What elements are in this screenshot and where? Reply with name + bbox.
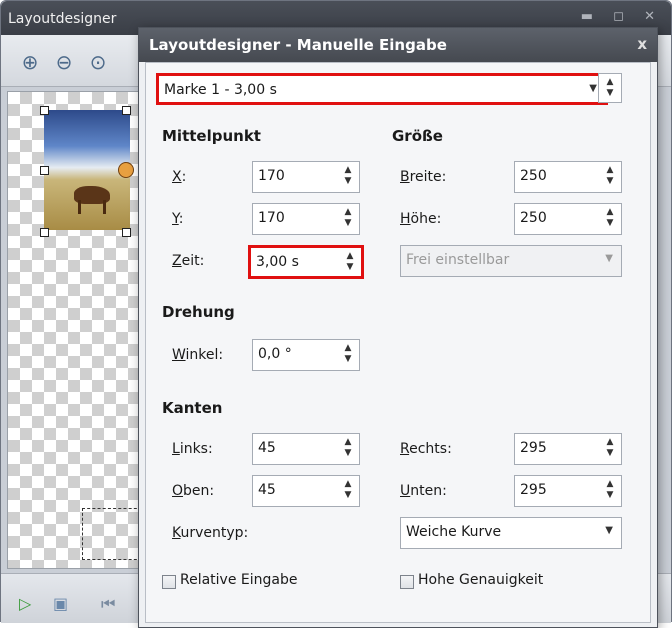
unten-label: Unten: bbox=[400, 483, 447, 499]
kurventyp-label: Kurventyp: bbox=[172, 525, 249, 541]
zoom-in-icon[interactable]: ⊕ bbox=[17, 49, 43, 75]
unten-field[interactable]: 295 ▲ ▼ bbox=[514, 475, 622, 507]
breite-field[interactable]: 250 ▲ ▼ bbox=[514, 161, 622, 193]
rechts-label: Rechts: bbox=[400, 441, 452, 457]
hohe-genauigkeit-label: Hohe Genauigkeit bbox=[418, 572, 544, 588]
zeit-field[interactable]: 3,00 s ▲ ▼ bbox=[248, 245, 364, 279]
hohe-genauigkeit-checkbox[interactable] bbox=[400, 575, 414, 589]
dialog-body: Marke 1 - 3,00 s ▼ ▲ ▼ Mittelpunkt X: 170… bbox=[145, 62, 651, 623]
x-field[interactable]: 170 ▲ ▼ bbox=[252, 161, 360, 193]
manual-input-dialog: Layoutdesigner - Manuelle Eingabe x Mark… bbox=[138, 27, 658, 628]
resize-handle-bl[interactable] bbox=[40, 228, 49, 237]
zoom-out-icon[interactable]: ⊖ bbox=[51, 49, 77, 75]
winkel-label: Winkel: bbox=[172, 347, 224, 363]
oben-value: 45 bbox=[258, 482, 276, 498]
rewind-icon[interactable]: ⏮ bbox=[101, 594, 115, 614]
close-icon[interactable]: x bbox=[637, 35, 647, 53]
marker-spin[interactable]: ▲ ▼ bbox=[598, 73, 622, 103]
x-value: 170 bbox=[258, 168, 285, 184]
winkel-field[interactable]: 0,0 ° ▲ ▼ bbox=[252, 339, 360, 371]
dialog-title: Layoutdesigner - Manuelle Eingabe bbox=[149, 36, 447, 54]
spin-updown-icon[interactable]: ▲ ▼ bbox=[603, 165, 617, 189]
zeit-label: Zeit: bbox=[172, 253, 205, 269]
chevron-down-icon: ▼ bbox=[605, 525, 613, 536]
kurventyp-value: Weiche Kurve bbox=[406, 524, 502, 540]
marker-select[interactable]: Marke 1 - 3,00 s ▼ bbox=[156, 73, 608, 105]
kurventyp-select[interactable]: Weiche Kurve ▼ bbox=[400, 517, 622, 549]
y-label: Y: bbox=[172, 211, 184, 227]
layout-canvas[interactable] bbox=[7, 91, 147, 569]
x-label: X: bbox=[172, 169, 187, 185]
safe-area-frame bbox=[82, 508, 142, 560]
zeit-value: 3,00 s bbox=[256, 254, 299, 270]
resize-handle-tr[interactable] bbox=[122, 106, 131, 115]
window-controls[interactable]: ▬ ◻ ✕ bbox=[581, 9, 663, 24]
spin-updown-icon[interactable]: ▲ ▼ bbox=[603, 437, 617, 461]
relative-eingabe-checkbox[interactable] bbox=[162, 575, 176, 589]
links-value: 45 bbox=[258, 440, 276, 456]
chevron-down-icon: ▼ bbox=[589, 83, 597, 94]
section-mittelpunkt: Mittelpunkt bbox=[162, 127, 261, 145]
window-title: Layoutdesigner bbox=[8, 11, 117, 27]
chevron-down-icon: ▼ bbox=[605, 253, 613, 264]
frame-icon[interactable]: ▣ bbox=[53, 594, 68, 613]
resize-handle-ml[interactable] bbox=[40, 166, 49, 175]
spin-updown-icon[interactable]: ▲ ▼ bbox=[343, 251, 357, 275]
links-field[interactable]: 45 ▲ ▼ bbox=[252, 433, 360, 465]
spin-updown-icon[interactable]: ▲ ▼ bbox=[341, 343, 355, 367]
section-groesse: Größe bbox=[392, 127, 443, 145]
spin-updown-icon[interactable]: ▲ ▼ bbox=[603, 479, 617, 503]
size-mode-value: Frei einstellbar bbox=[406, 252, 510, 268]
links-label: Links: bbox=[172, 441, 213, 457]
unten-value: 295 bbox=[520, 482, 547, 498]
horse-legs bbox=[78, 200, 106, 214]
play-icon[interactable]: ▷ bbox=[19, 594, 31, 613]
resize-handle-tl[interactable] bbox=[40, 106, 49, 115]
relative-eingabe-label: Relative Eingabe bbox=[180, 572, 298, 588]
breite-value: 250 bbox=[520, 168, 547, 184]
oben-label: Oben: bbox=[172, 483, 215, 499]
rechts-field[interactable]: 295 ▲ ▼ bbox=[514, 433, 622, 465]
spin-updown-icon[interactable]: ▲ ▼ bbox=[603, 207, 617, 231]
hoehe-value: 250 bbox=[520, 210, 547, 226]
section-drehung: Drehung bbox=[162, 303, 235, 321]
size-mode-select: Frei einstellbar ▼ bbox=[400, 245, 622, 277]
y-field[interactable]: 170 ▲ ▼ bbox=[252, 203, 360, 235]
resize-handle-br[interactable] bbox=[122, 228, 131, 237]
zoom-fit-icon[interactable]: ⊙ bbox=[85, 49, 111, 75]
marker-select-value: Marke 1 - 3,00 s bbox=[164, 82, 277, 98]
spin-updown-icon[interactable]: ▲ ▼ bbox=[341, 479, 355, 503]
rechts-value: 295 bbox=[520, 440, 547, 456]
spin-updown-icon[interactable]: ▲ ▼ bbox=[341, 437, 355, 461]
section-kanten: Kanten bbox=[162, 399, 223, 417]
rotation-handle[interactable] bbox=[118, 162, 134, 178]
y-value: 170 bbox=[258, 210, 285, 226]
breite-label: Breite: bbox=[400, 169, 447, 185]
hoehe-field[interactable]: 250 ▲ ▼ bbox=[514, 203, 622, 235]
winkel-value: 0,0 ° bbox=[258, 346, 292, 362]
oben-field[interactable]: 45 ▲ ▼ bbox=[252, 475, 360, 507]
hoehe-label: Höhe: bbox=[400, 211, 442, 227]
spin-updown-icon: ▲ ▼ bbox=[606, 77, 614, 98]
dialog-titlebar: Layoutdesigner - Manuelle Eingabe x bbox=[139, 28, 657, 62]
spin-updown-icon[interactable]: ▲ ▼ bbox=[341, 207, 355, 231]
spin-updown-icon[interactable]: ▲ ▼ bbox=[341, 165, 355, 189]
